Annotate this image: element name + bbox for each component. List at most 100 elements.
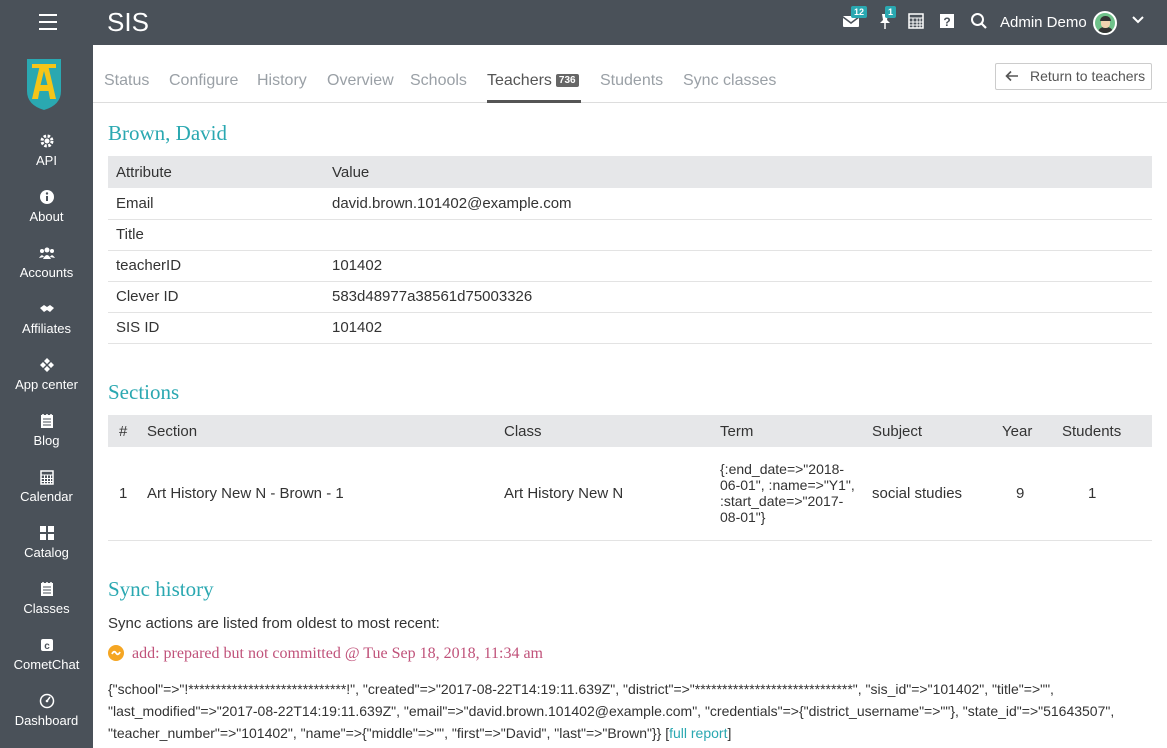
app-title: SIS bbox=[107, 7, 149, 37]
full-report-link[interactable]: full report bbox=[669, 725, 727, 741]
table-row: teacherID 101402 bbox=[108, 250, 1152, 282]
sidebar-item-label: Affiliates bbox=[22, 321, 71, 336]
value-cell: 583d48977a38561d75003326 bbox=[324, 281, 1152, 313]
value-cell: 101402 bbox=[324, 312, 1152, 344]
sections-heading: Sections bbox=[108, 380, 180, 404]
year-cell: 9 bbox=[990, 447, 1060, 541]
sidebar-item-about[interactable]: About bbox=[0, 189, 93, 224]
sidebar-item-classes[interactable]: Classes bbox=[0, 581, 93, 616]
return-to-teachers-button[interactable]: Return to teachers bbox=[995, 63, 1152, 90]
attribute-cell: Title bbox=[108, 219, 324, 251]
chat-icon: c bbox=[40, 639, 53, 652]
attributes-table: Attribute Value Email david.brown.101402… bbox=[108, 156, 1152, 344]
logo-icon[interactable] bbox=[23, 57, 65, 111]
table-header-row: # Section Class Term Subject Year Studen… bbox=[108, 415, 1152, 447]
calendar-button[interactable] bbox=[907, 12, 927, 32]
tab-students[interactable]: Students bbox=[600, 72, 663, 90]
sync-action-item: add: prepared but not committed @ Tue Se… bbox=[108, 645, 543, 663]
value-cell: 101402 bbox=[324, 250, 1152, 282]
table-row: Clever ID 583d48977a38561d75003326 bbox=[108, 281, 1152, 313]
sections-table: # Section Class Term Subject Year Studen… bbox=[108, 415, 1152, 541]
attribute-cell: Email bbox=[108, 188, 324, 220]
mail-count-badge: 12 bbox=[851, 6, 868, 18]
attribute-cell: Clever ID bbox=[108, 281, 324, 313]
sidebar-item-catalog[interactable]: Catalog bbox=[0, 525, 93, 560]
pin-count-badge: 1 bbox=[885, 6, 897, 18]
tab-status[interactable]: Status bbox=[104, 72, 149, 90]
grid-icon bbox=[39, 526, 54, 540]
sidebar-item-label: About bbox=[29, 209, 64, 224]
hamburger-menu-icon[interactable] bbox=[39, 14, 57, 30]
tab-configure[interactable]: Configure bbox=[169, 72, 238, 90]
arrow-left-icon bbox=[1005, 70, 1018, 82]
sync-payload: {"school"=>"!***************************… bbox=[108, 681, 1115, 741]
table-row: Title bbox=[108, 219, 1152, 251]
pin-notification-button[interactable]: 1 bbox=[876, 6, 897, 32]
svg-text:c: c bbox=[44, 641, 50, 652]
sidebar-item-label: Catalog bbox=[24, 545, 69, 560]
teachers-count-badge: 736 bbox=[555, 74, 579, 87]
tab-history[interactable]: History bbox=[257, 72, 307, 90]
calendar-icon bbox=[39, 470, 54, 485]
year-column-header: Year bbox=[990, 415, 1060, 447]
gear-icon bbox=[40, 134, 53, 148]
sidebar-item-label: CometChat bbox=[13, 657, 80, 672]
num-column-header: # bbox=[108, 415, 147, 447]
sidebar-item-app-center[interactable]: App center bbox=[0, 357, 93, 392]
sidebar-item-blog[interactable]: Blog bbox=[0, 413, 93, 448]
sidebar-item-cometchat[interactable]: c CometChat bbox=[0, 637, 93, 672]
users-icon bbox=[38, 247, 55, 259]
tab-overview[interactable]: Overview bbox=[327, 72, 394, 90]
value-column-header: Value bbox=[324, 156, 1152, 188]
top-bar: SIS 12 1 ? Admin Demo bbox=[0, 0, 1167, 45]
pending-status-icon bbox=[108, 645, 124, 661]
svg-text:?: ? bbox=[943, 15, 950, 29]
value-cell bbox=[324, 219, 1152, 251]
sidebar-item-affiliates[interactable]: Affiliates bbox=[0, 301, 93, 336]
sidebar-item-api[interactable]: API bbox=[0, 133, 93, 168]
sidebar-item-accounts[interactable]: Accounts bbox=[0, 245, 93, 280]
help-button[interactable]: ? bbox=[938, 12, 958, 32]
tab-teachers[interactable]: Teachers 736 bbox=[487, 72, 579, 90]
active-tab-indicator bbox=[487, 100, 581, 103]
sync-intro-text: Sync actions are listed from oldest to m… bbox=[108, 615, 440, 632]
mail-notification-button[interactable]: 12 bbox=[842, 6, 868, 32]
tab-schools[interactable]: Schools bbox=[410, 72, 467, 90]
sync-action-label: add: prepared but not committed @ Tue Se… bbox=[132, 645, 543, 662]
table-row: SIS ID 101402 bbox=[108, 312, 1152, 344]
table-row: Email david.brown.101402@example.com bbox=[108, 188, 1152, 220]
subject-cell: social studies bbox=[872, 447, 990, 541]
section-column-header: Section bbox=[147, 415, 504, 447]
return-button-label: Return to teachers bbox=[1030, 68, 1146, 84]
students-column-header: Students bbox=[1060, 415, 1152, 447]
value-cell: david.brown.101402@example.com bbox=[324, 188, 1152, 220]
class-column-header: Class bbox=[504, 415, 720, 447]
notebook-icon bbox=[40, 414, 53, 428]
sidebar-item-label: Calendar bbox=[20, 489, 73, 504]
sidebar-item-calendar[interactable]: Calendar bbox=[0, 469, 93, 504]
attribute-cell: teacherID bbox=[108, 250, 324, 282]
term-column-header: Term bbox=[720, 415, 872, 447]
teacher-name-heading: Brown, David bbox=[108, 121, 227, 145]
table-row: 1 Art History New N - Brown - 1 Art Hist… bbox=[108, 447, 1152, 541]
sidebar-item-label: Accounts bbox=[19, 265, 74, 280]
sidebar-item-dashboard[interactable]: Dashboard bbox=[0, 693, 93, 728]
section-num-cell: 1 bbox=[108, 447, 147, 541]
sync-payload-text: {"school"=>"!***************************… bbox=[108, 681, 1115, 741]
tab-teachers-label: Teachers bbox=[487, 72, 552, 89]
tab-sync-classes[interactable]: Sync classes bbox=[683, 72, 776, 90]
section-link[interactable]: Art History New N - Brown - 1 bbox=[147, 447, 504, 541]
notebook-icon bbox=[40, 582, 53, 596]
help-icon: ? bbox=[940, 14, 954, 29]
attribute-cell: SIS ID bbox=[108, 312, 324, 344]
sidebar-item-label: Dashboard bbox=[14, 713, 79, 728]
chevron-down-icon[interactable] bbox=[1131, 13, 1145, 32]
attribute-column-header: Attribute bbox=[108, 156, 324, 188]
sidebar-item-label: API bbox=[36, 153, 57, 168]
user-name[interactable]: Admin Demo bbox=[1000, 14, 1087, 31]
avatar[interactable] bbox=[1093, 11, 1117, 35]
sidebar-item-label: App center bbox=[15, 377, 78, 392]
calendar-grid-icon bbox=[908, 13, 924, 29]
search-button[interactable] bbox=[970, 12, 990, 32]
table-header-row: Attribute Value bbox=[108, 156, 1152, 188]
